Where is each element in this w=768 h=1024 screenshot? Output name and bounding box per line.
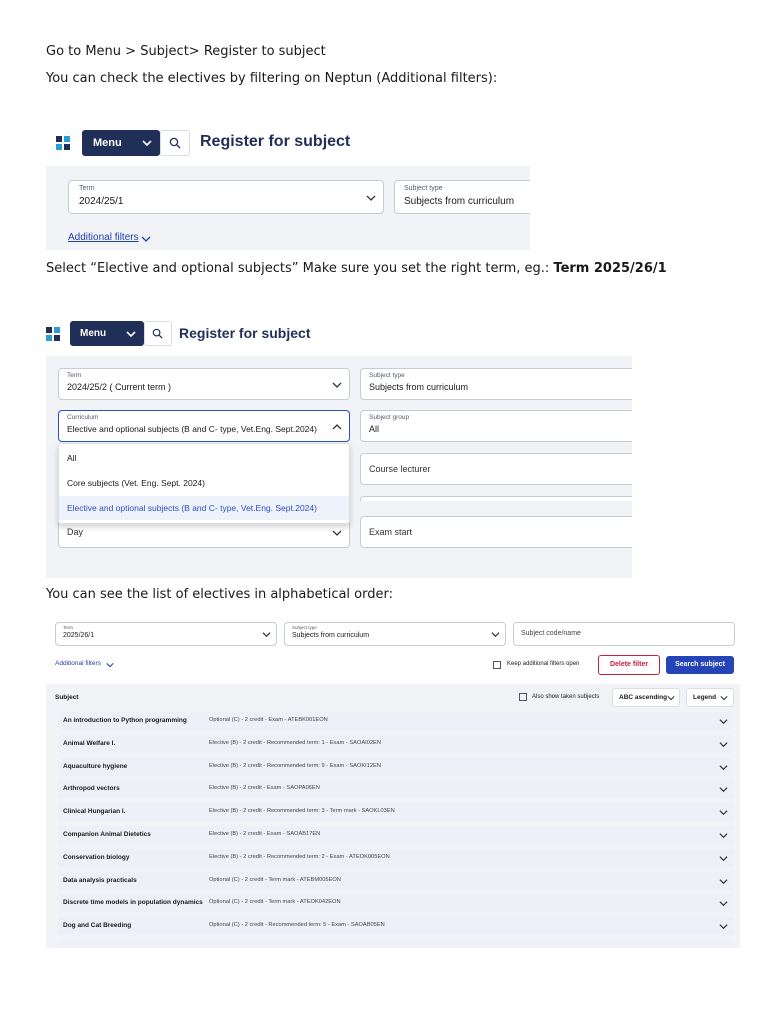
list-item[interactable]: Aquaculture hygiene Elective (B) - 2 cred… bbox=[58, 757, 734, 776]
subject-code-input[interactable]: Subject code/name bbox=[513, 622, 735, 646]
legend-select[interactable]: Legend bbox=[686, 688, 734, 707]
subject-details: Optional (C) - 2 credit - Term mark - AT… bbox=[209, 899, 341, 906]
dropdown-option-all[interactable]: All bbox=[59, 453, 349, 463]
additional-filters-link[interactable]: Additional filters bbox=[55, 660, 101, 667]
chevron-down-icon bbox=[126, 331, 136, 338]
list-item[interactable]: Dog and Cat Breeding Optional (C) - 2 cre… bbox=[58, 917, 734, 936]
list-item[interactable]: Conservation biology Elective (B) - 2 cre… bbox=[58, 848, 734, 867]
filter-panel: Term 2024/25/1 Subject type Subjects fro… bbox=[46, 166, 530, 250]
chevron-down-icon[interactable] bbox=[719, 785, 728, 794]
chevron-down-icon bbox=[667, 696, 675, 701]
curriculum-select[interactable]: Curriculum Elective and optional subject… bbox=[58, 410, 350, 442]
search-icon bbox=[152, 328, 163, 339]
delete-filter-button[interactable]: Delete filter bbox=[598, 655, 660, 675]
chevron-down-icon[interactable] bbox=[719, 740, 728, 749]
subject-name: Data analysis practicals bbox=[63, 876, 137, 884]
term-select[interactable]: Term 2024/25/1 bbox=[68, 180, 384, 214]
menu-button[interactable]: Menu bbox=[82, 130, 160, 156]
chevron-down-icon bbox=[106, 663, 114, 668]
list-item[interactable]: Companion Animal Dietetics Elective (B) -… bbox=[58, 826, 734, 844]
screenshot-register-subject-2: Menu Register for subject Term 2024/25/2… bbox=[46, 318, 632, 578]
list-item[interactable]: Arthropod vectors Elective (B) - 2 credit… bbox=[58, 780, 734, 799]
chevron-up-icon bbox=[332, 424, 342, 430]
chevron-down-icon bbox=[262, 632, 271, 638]
subject-name: Discrete time models in population dynam… bbox=[63, 899, 203, 907]
subject-details: Optional (C) - 2 credit - Term mark - AT… bbox=[209, 876, 341, 883]
chevron-down-icon bbox=[366, 195, 376, 201]
chevron-down-icon[interactable] bbox=[719, 808, 728, 817]
search-icon bbox=[169, 137, 181, 149]
term-select[interactable]: Term 2025/26/1 bbox=[55, 622, 277, 646]
dropdown-option-elective[interactable]: Elective and optional subjects (B and C-… bbox=[59, 496, 349, 520]
chevron-down-icon[interactable] bbox=[719, 831, 728, 840]
subject-details: Elective (B) - 2 credit - Recommended te… bbox=[209, 853, 390, 860]
subject-column-header: Subject bbox=[55, 694, 79, 701]
also-show-checkbox[interactable] bbox=[519, 693, 527, 701]
curriculum-dropdown: All Core subjects (Vet. Eng. Sept. 2024)… bbox=[58, 443, 350, 524]
chevron-down-icon[interactable] bbox=[719, 854, 728, 863]
screenshot-register-subject-1: Menu Register for subject Term 2024/25/1… bbox=[46, 124, 530, 250]
subject-name: Animal Welfare I. bbox=[63, 739, 116, 747]
chevron-down-icon[interactable] bbox=[719, 877, 728, 886]
chevron-down-icon bbox=[332, 382, 342, 388]
course-lecturer-input[interactable]: Course lecturer bbox=[360, 453, 632, 485]
chevron-down-icon[interactable] bbox=[719, 922, 728, 931]
subject-type-select[interactable]: Subject type Subjects from curriculum bbox=[284, 622, 506, 646]
list-item[interactable]: Data analysis practicals Optional (C) - 2… bbox=[58, 871, 734, 890]
menu-button[interactable]: Menu bbox=[70, 321, 144, 346]
exam-start-input[interactable]: Exam start bbox=[360, 516, 632, 548]
subject-name: Arthropod vectors bbox=[63, 785, 120, 793]
list-item[interactable]: An introduction to Python programming Opt… bbox=[58, 712, 734, 730]
list-item[interactable]: Animal Welfare I. Elective (B) - 2 credit… bbox=[58, 734, 734, 753]
keep-filters-label: Keep additional filters open bbox=[507, 661, 580, 667]
subject-type-select[interactable]: Subject type Subjects from curriculum bbox=[360, 368, 632, 400]
subject-details: Elective (B) - 2 credit - Recommended te… bbox=[209, 739, 381, 746]
neptun-logo-icon bbox=[46, 327, 62, 343]
subject-name: Companion Animal Dietetics bbox=[63, 831, 151, 838]
chevron-down-icon[interactable] bbox=[719, 763, 728, 772]
subject-details: Optional (C) - 2 credit - Exam - ATEBK00… bbox=[209, 717, 328, 723]
also-show-label: Also show taken subjects bbox=[532, 694, 600, 700]
subject-type-select[interactable]: Subject type Subjects from curriculum bbox=[394, 180, 530, 214]
instruction-line-2: You can check the electives by filtering… bbox=[46, 71, 498, 86]
keep-filters-checkbox[interactable] bbox=[493, 661, 501, 669]
subject-details: Elective (B) - 2 credit - Recommended te… bbox=[209, 762, 381, 769]
page-title: Register for subject bbox=[179, 325, 311, 341]
instruction-line-1: Go to Menu > Subject> Register to subjec… bbox=[46, 44, 326, 59]
chevron-down-icon bbox=[141, 236, 151, 242]
chevron-down-icon bbox=[720, 696, 728, 701]
term-select[interactable]: Term 2024/25/2 ( Current term ) bbox=[58, 368, 350, 400]
subject-group-select[interactable]: Subject group All bbox=[360, 410, 632, 442]
hidden-field bbox=[360, 496, 632, 501]
list-item[interactable]: Discrete time models in population dynam… bbox=[58, 894, 734, 913]
list-item[interactable]: Clinical Hungarian I. Elective (B) - 2 cr… bbox=[58, 803, 734, 822]
subject-details: Optional (C) - 2 credit - Recommended te… bbox=[209, 922, 385, 929]
subject-name: Aquaculture hygiene bbox=[63, 762, 128, 770]
chevron-down-icon bbox=[491, 632, 500, 638]
filter-panel: Term 2024/25/2 ( Current term ) Subject … bbox=[46, 356, 632, 578]
search-subject-button[interactable]: Search subject bbox=[666, 656, 734, 674]
term-highlight: Term 2025/26/1 bbox=[553, 261, 667, 276]
sort-select[interactable]: ABC ascending bbox=[612, 688, 680, 707]
instruction-line-3: Select “Elective and optional subjects” … bbox=[46, 261, 667, 276]
subject-name: Conservation biology bbox=[63, 853, 130, 861]
neptun-logo-icon bbox=[56, 136, 72, 152]
search-button[interactable] bbox=[144, 321, 172, 346]
subject-name: Clinical Hungarian I. bbox=[63, 808, 126, 816]
additional-filters-link[interactable]: Additional filters bbox=[68, 232, 139, 243]
subject-details: Elective (B) - 2 credit - Exam - SAOPA06… bbox=[209, 785, 320, 792]
instruction-line-4: You can see the list of electives in alp… bbox=[46, 587, 393, 602]
chevron-down-icon bbox=[142, 140, 152, 147]
subject-details: Elective (B) - 2 credit - Exam - SAOAB17… bbox=[209, 831, 321, 837]
subject-name: An introduction to Python programming bbox=[63, 717, 187, 724]
subject-details: Elective (B) - 2 credit - Recommended te… bbox=[209, 808, 395, 815]
list-item-partial bbox=[58, 940, 734, 948]
chevron-down-icon[interactable] bbox=[719, 899, 728, 908]
chevron-down-icon bbox=[332, 530, 342, 536]
subject-name: Dog and Cat Breeding bbox=[63, 922, 132, 930]
chevron-down-icon[interactable] bbox=[719, 717, 728, 726]
dropdown-option-core[interactable]: Core subjects (Vet. Eng. Sept. 2024) bbox=[59, 478, 349, 488]
search-button[interactable] bbox=[160, 130, 190, 156]
page-title: Register for subject bbox=[200, 133, 351, 150]
